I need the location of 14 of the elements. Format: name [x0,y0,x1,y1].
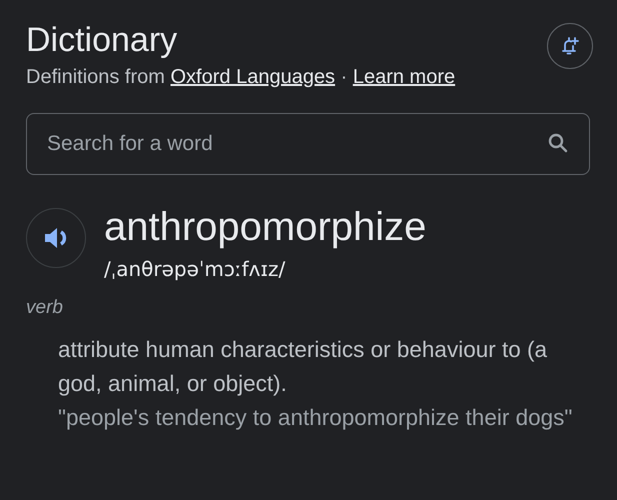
phonetic-spelling: /ˌanθrəpəˈmɔːfʌɪz/ [104,257,286,281]
source-line: Definitions from Oxford Languages · Learn more [26,66,456,89]
part-of-speech: verb [26,297,64,319]
dictionary-title: Dictionary [26,20,178,60]
headword: anthropomorphize [104,205,426,249]
bell-plus-icon [559,35,581,57]
search-field[interactable]: Search for a word [26,113,590,175]
notification-button[interactable] [547,23,593,69]
pronunciation-button[interactable] [26,208,86,268]
source-link[interactable]: Learn more [352,66,456,88]
example-sentence: "people's tendency to anthropomorphize their dogs" [58,404,574,432]
source-link[interactable]: Oxford Languages [170,66,336,88]
search-icon [546,131,570,155]
definition-text: attribute human characteristics or behaviour to (a god, animal, or object). [58,336,548,398]
